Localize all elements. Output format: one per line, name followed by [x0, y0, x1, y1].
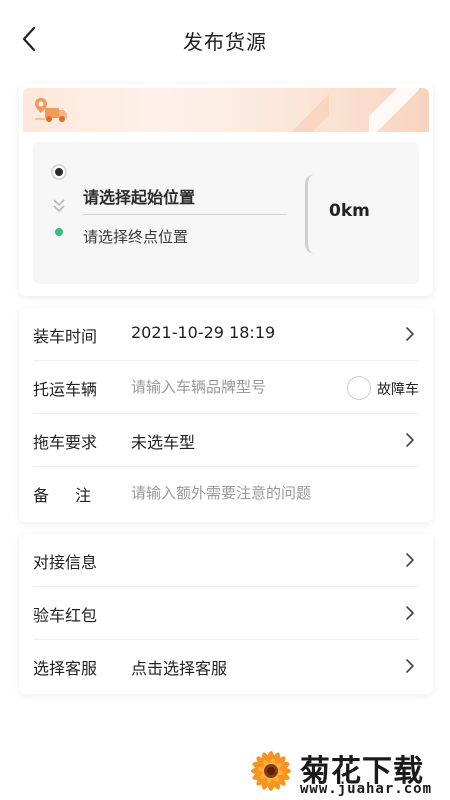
load-time-row[interactable]: 装车时间 2021-10-29 18:19 — [19, 308, 433, 361]
start-location-select[interactable]: 请选择起始位置 — [83, 184, 195, 208]
vehicle-label: 托运车辆 — [33, 380, 98, 399]
banner-decoration — [289, 88, 329, 132]
customer-service-row[interactable]: 选择客服 点击选择客服 — [19, 640, 433, 693]
page-title: 发布货源 — [183, 30, 267, 54]
navbar: 发布货源 — [0, 0, 450, 80]
remark-label: 备注 — [33, 486, 118, 505]
vehicle-input[interactable] — [131, 373, 341, 401]
divider — [83, 214, 287, 215]
remark-row: 备注 — [19, 467, 433, 520]
start-point-icon — [51, 164, 67, 180]
banner-decoration — [369, 88, 419, 132]
end-location-select[interactable]: 请选择终点位置 — [83, 226, 188, 247]
watermark: 菊花下载网 www.juahar.com — [244, 744, 450, 800]
inspection-bonus-row[interactable]: 验车红包 — [19, 587, 433, 640]
tow-requirement-label: 拖车要求 — [33, 433, 98, 452]
chevron-right-icon — [406, 553, 414, 567]
route-card: 请选择起始位置 请选择终点位置 0km — [19, 84, 433, 296]
tow-requirement-value: 未选车型 — [131, 433, 196, 452]
chevron-right-icon — [406, 659, 414, 673]
chevron-right-icon — [406, 327, 414, 341]
handover-info-label: 对接信息 — [33, 553, 98, 572]
truck-location-icon — [35, 98, 67, 122]
chevron-right-icon — [406, 606, 414, 620]
double-chevron-down-icon — [53, 199, 65, 213]
chevron-right-icon — [406, 433, 414, 447]
load-time-label: 装车时间 — [33, 327, 98, 346]
load-time-value: 2021-10-29 18:19 — [131, 323, 276, 342]
contact-card: 对接信息 验车红包 选择客服 点击选择客服 — [19, 534, 433, 694]
vehicle-row: 托运车辆 故障车 — [19, 361, 433, 414]
fault-vehicle-label: 故障车 — [377, 382, 419, 398]
remark-input[interactable] — [131, 479, 421, 507]
route-banner — [23, 88, 429, 132]
bracket-divider — [305, 174, 317, 254]
inspection-bonus-label: 验车红包 — [33, 606, 98, 625]
distance-value: 0km — [329, 201, 370, 221]
handover-info-row[interactable]: 对接信息 — [19, 534, 433, 587]
watermark-url: www.juahar.com — [300, 781, 433, 797]
fault-vehicle-toggle[interactable]: 故障车 — [347, 375, 427, 401]
customer-service-label: 选择客服 — [33, 659, 98, 678]
end-point-icon — [55, 228, 63, 236]
flower-logo-icon — [251, 751, 291, 791]
route-selector: 请选择起始位置 请选择终点位置 0km — [33, 142, 419, 284]
tow-requirement-row[interactable]: 拖车要求 未选车型 — [19, 414, 433, 467]
form-card: 装车时间 2021-10-29 18:19 托运车辆 故障车 拖车要求 未选车型… — [19, 308, 433, 522]
radio-circle-icon — [347, 376, 371, 400]
customer-service-value: 点击选择客服 — [131, 659, 228, 678]
